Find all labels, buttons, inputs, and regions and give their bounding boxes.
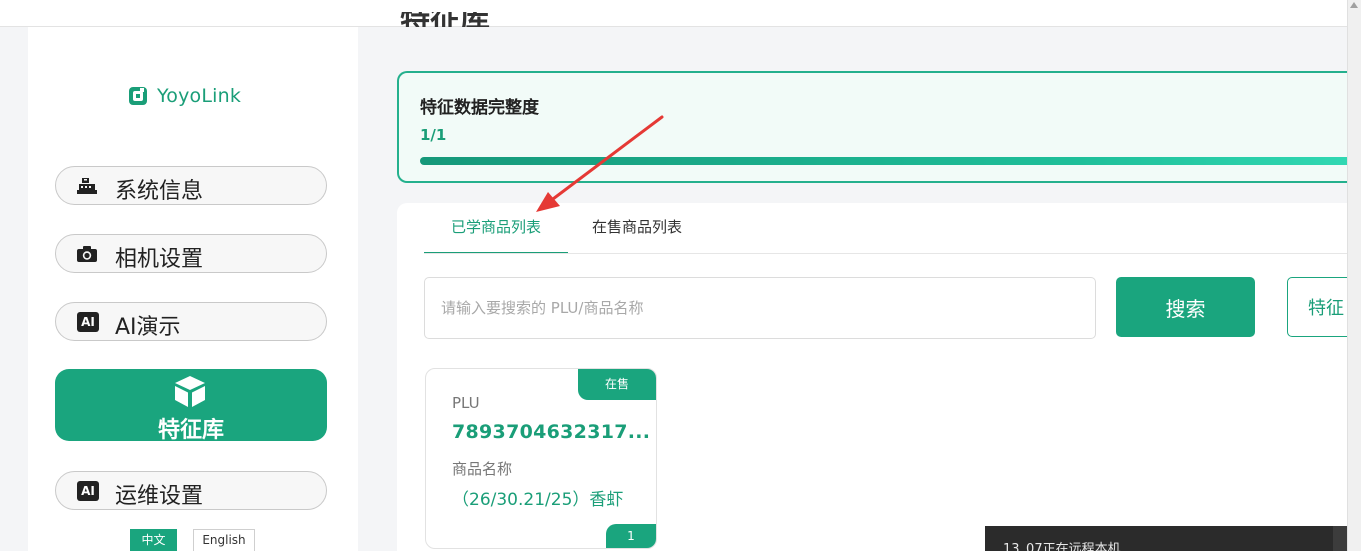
sidebar-item-ops-settings[interactable]: AI 运维设置 [55, 471, 327, 510]
plu-value: 7893704632317... [452, 421, 651, 443]
notification-text: 13_07正在远程本机 [1003, 542, 1121, 551]
sidebar-item-feature-library[interactable]: 特征库 [55, 369, 327, 443]
language-english-button[interactable]: English [193, 529, 255, 551]
sidebar-item-label: 运维设置 [115, 484, 204, 509]
tab-learned-products[interactable]: 已学商品列表 [424, 217, 568, 254]
search-button[interactable]: 搜索 [1116, 277, 1255, 337]
scroll-up-icon[interactable] [1350, 2, 1358, 8]
product-card[interactable]: 在售 PLU 7893704632317... 商品名称 （26/30.21/2… [425, 368, 657, 549]
cube-icon [175, 376, 205, 407]
sidebar-item-label: 系统信息 [115, 179, 204, 204]
scrollbar[interactable] [1347, 0, 1361, 551]
cash-register-icon [77, 178, 97, 194]
tab-divider [424, 253, 1347, 254]
sidebar-item-label: 相机设置 [115, 247, 204, 272]
ai-badge-icon: AI [77, 312, 99, 332]
logo: YoyoLink [128, 85, 241, 107]
sidebar-item-system-info[interactable]: 系统信息 [55, 166, 327, 205]
product-name-label: 商品名称 [452, 460, 513, 478]
plu-label: PLU [452, 394, 480, 412]
sidebar-item-label: 特征库 [157, 418, 224, 443]
product-list-panel: 已学商品列表 在售商品列表 搜索 特征 在售 PLU 7893704632317… [397, 203, 1357, 551]
product-name-value: （26/30.21/25）香虾 [452, 490, 624, 510]
sidebar-item-label: AI演示 [115, 315, 181, 340]
camera-icon [77, 246, 97, 262]
notification-edge [1333, 526, 1347, 551]
language-chinese-button[interactable]: 中文 [130, 529, 177, 551]
sidebar-item-camera-settings[interactable]: 相机设置 [55, 234, 327, 273]
progress-bar [420, 157, 1361, 165]
sidebar-item-ai-demo[interactable]: AI AI演示 [55, 302, 327, 341]
progress-title: 特征数据完整度 [420, 98, 539, 118]
status-badge: 在售 [578, 369, 656, 400]
feature-count-badge: 1 [606, 524, 656, 548]
tab-on-sale-products[interactable]: 在售商品列表 [592, 217, 682, 254]
logo-text: YoyoLink [157, 85, 242, 107]
progress-count: 1/1 [420, 126, 447, 144]
page-title: 特征库 [400, 12, 510, 27]
progress-bar-fill [420, 157, 1361, 165]
remote-session-notification: 13_07正在远程本机 [985, 526, 1333, 551]
search-input[interactable] [424, 277, 1096, 339]
sidebar: YoyoLink 系统信息 相机设置 AI AI演示 特征库 AI 运维设置 中… [28, 27, 358, 551]
feature-completeness-card: 特征数据完整度 1/1 [397, 71, 1361, 183]
logo-icon [129, 87, 147, 105]
ai-badge-icon: AI [77, 481, 99, 501]
browser-top-bar [0, 0, 1361, 27]
